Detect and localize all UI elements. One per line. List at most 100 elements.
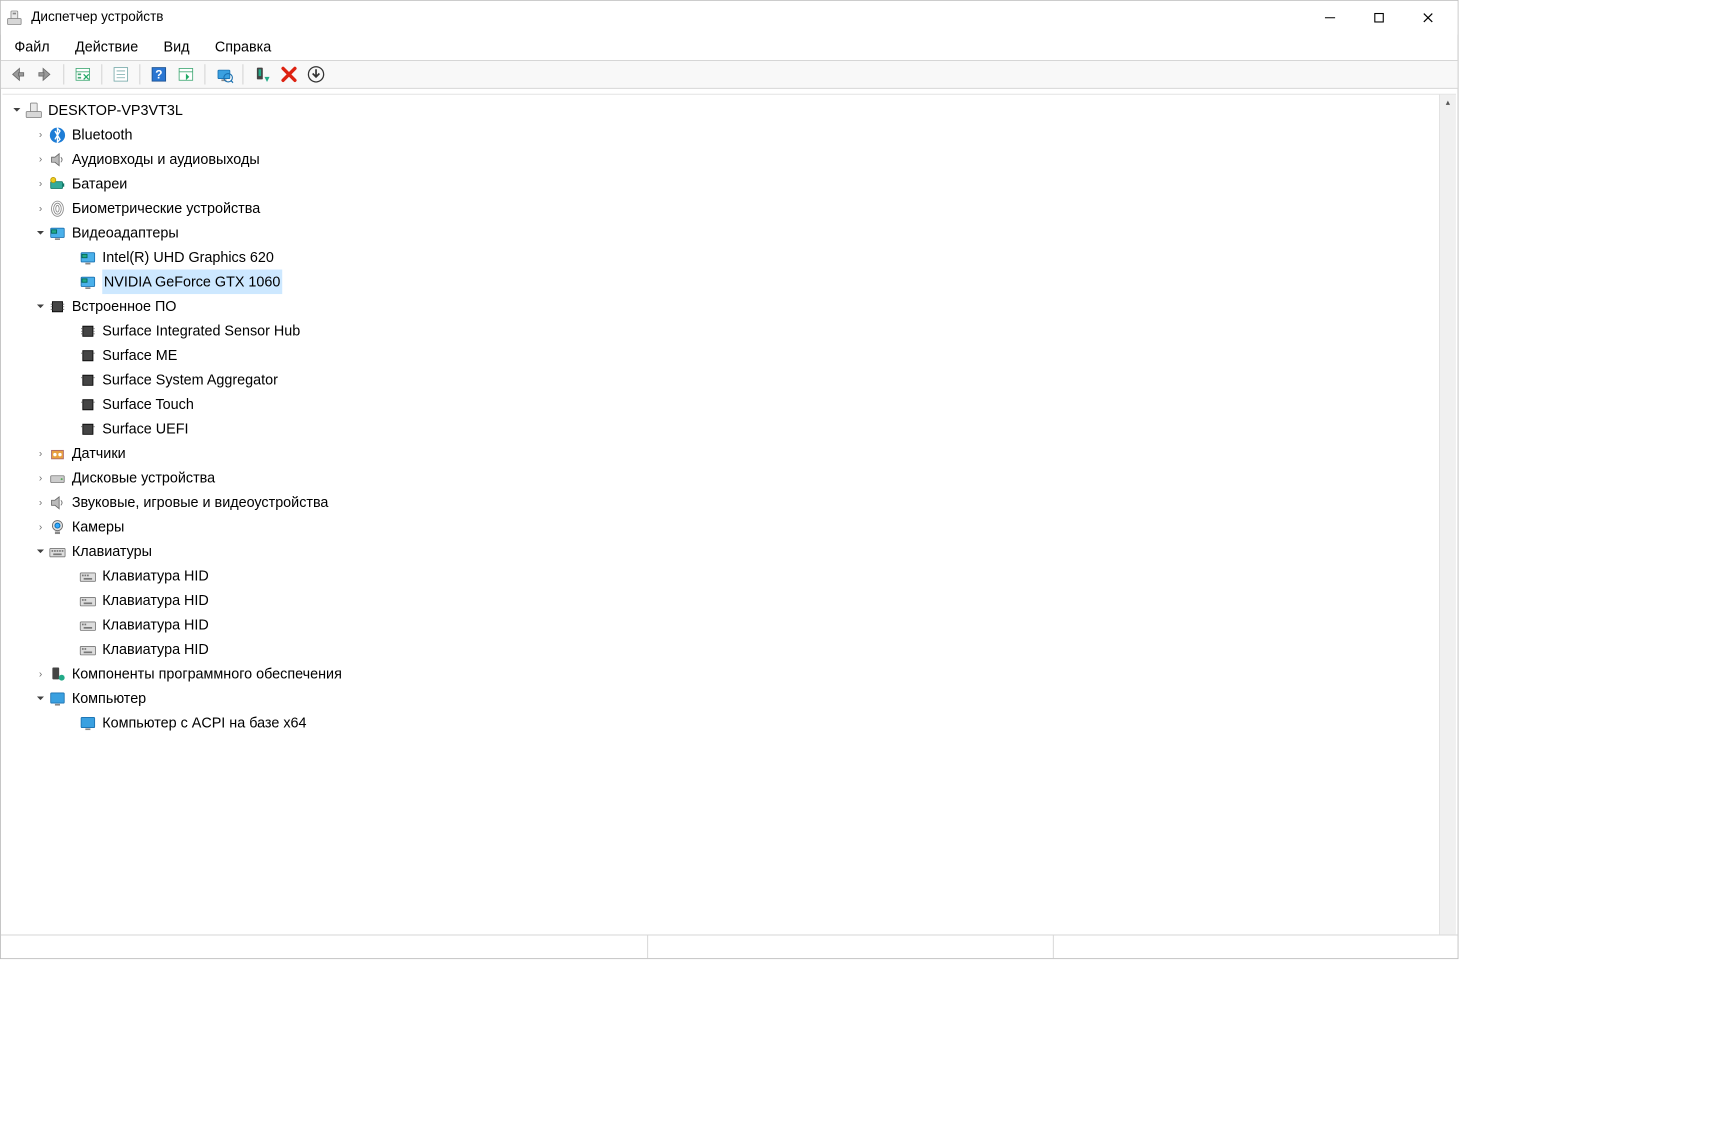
status-cell <box>1053 935 1457 958</box>
speaker-icon <box>48 150 67 169</box>
tree-item-audio-io[interactable]: › Аудиовходы и аудиовыходы <box>9 147 1437 172</box>
tree-item-keyboards[interactable]: ⏷ Клавиатуры <box>9 539 1437 564</box>
menu-file[interactable]: Файл <box>11 37 53 57</box>
expand-icon[interactable]: › <box>33 441 48 466</box>
help-button[interactable]: ? <box>147 63 171 87</box>
menubar: Файл Действие Вид Справка <box>1 35 1458 60</box>
minimize-button[interactable] <box>1306 1 1355 35</box>
action-button[interactable] <box>174 63 198 87</box>
expand-icon[interactable]: › <box>33 147 48 172</box>
computer-icon <box>25 101 44 120</box>
menu-view[interactable]: Вид <box>160 37 193 57</box>
keyboard-icon <box>48 542 67 561</box>
enable-device-button[interactable] <box>250 63 274 87</box>
sensor-icon <box>48 444 67 463</box>
maximize-button[interactable] <box>1355 1 1404 35</box>
tree-item-label: Камеры <box>72 515 125 540</box>
tree-item-software-components[interactable]: › Компоненты программного обеспечения <box>9 662 1437 687</box>
expand-icon[interactable]: ⏷ <box>9 98 24 123</box>
expand-icon[interactable]: › <box>33 172 48 197</box>
vertical-scrollbar[interactable]: ▴ <box>1439 95 1456 935</box>
tree-item-video-adapters[interactable]: ⏷ Видеоадаптеры <box>9 221 1437 246</box>
show-hide-tree-button[interactable] <box>71 63 95 87</box>
back-button[interactable] <box>6 63 30 87</box>
tree-item-label: Компьютер <box>72 686 146 711</box>
tree-item-label: Bluetooth <box>72 123 133 148</box>
tree-item-label: Встроенное ПО <box>72 294 177 319</box>
device-manager-window: Диспетчер устройств Файл Действие Вид Сп… <box>0 0 1458 959</box>
chip-icon <box>79 395 98 414</box>
tree-item-biometric[interactable]: › Биометрические устройства <box>9 196 1437 221</box>
content-area: ⏷ DESKTOP-VP3VT3L › Bluetooth › <box>3 94 1456 935</box>
toolbar: ? <box>1 60 1458 89</box>
display-adapter-icon <box>79 248 98 267</box>
tree-item-surface-me[interactable]: Surface ME <box>9 343 1437 368</box>
titlebar: Диспетчер устройств <box>1 1 1458 35</box>
tree-item-label: Клавиатура HID <box>102 637 209 662</box>
expand-icon[interactable]: › <box>33 490 48 515</box>
tree-item-label: Surface Integrated Sensor Hub <box>102 319 300 344</box>
collapse-icon[interactable]: ⏷ <box>33 539 48 564</box>
tree-item-label: Surface UEFI <box>102 417 188 442</box>
monitor-icon <box>48 689 67 708</box>
tree-root[interactable]: ⏷ DESKTOP-VP3VT3L <box>9 98 1437 123</box>
keyboard-icon <box>79 567 98 586</box>
expand-icon[interactable]: › <box>33 196 48 221</box>
tree-item-bluetooth[interactable]: › Bluetooth <box>9 123 1437 148</box>
tree-item-sensors[interactable]: › Датчики <box>9 441 1437 466</box>
tree-item-label: Биометрические устройства <box>72 196 260 221</box>
collapse-icon[interactable]: ⏷ <box>33 221 48 246</box>
keyboard-icon <box>79 640 98 659</box>
tree-item-surface-sensor-hub[interactable]: Surface Integrated Sensor Hub <box>9 319 1437 344</box>
chip-icon <box>79 346 98 365</box>
tree-item-label: NVIDIA GeForce GTX 1060 <box>102 270 282 295</box>
tree-item-computer[interactable]: ⏷ Компьютер <box>9 686 1437 711</box>
tree-item-label: Клавиатура HID <box>102 588 209 613</box>
tree-item-batteries[interactable]: › Батареи <box>9 172 1437 197</box>
device-tree[interactable]: ⏷ DESKTOP-VP3VT3L › Bluetooth › <box>3 95 1440 935</box>
menu-help[interactable]: Справка <box>212 37 275 57</box>
scan-hardware-button[interactable] <box>212 63 236 87</box>
tree-item-keyboard-hid-3[interactable]: Клавиатура HID <box>9 613 1437 638</box>
properties-button[interactable] <box>109 63 133 87</box>
tree-item-firmware[interactable]: ⏷ Встроенное ПО <box>9 294 1437 319</box>
tree-item-label: Клавиатура HID <box>102 613 209 638</box>
battery-icon <box>48 174 67 193</box>
tree-item-label: Surface ME <box>102 343 177 368</box>
tree-item-label: Звуковые, игровые и видеоустройства <box>72 490 329 515</box>
update-driver-button[interactable] <box>304 63 328 87</box>
scroll-up-icon[interactable]: ▴ <box>1446 98 1450 107</box>
tree-item-disks[interactable]: › Дисковые устройства <box>9 466 1437 491</box>
menu-action[interactable]: Действие <box>72 37 142 57</box>
fingerprint-icon <box>48 199 67 218</box>
tree-item-label: Компоненты программного обеспечения <box>72 662 342 687</box>
close-button[interactable] <box>1404 1 1453 35</box>
chip-icon <box>79 420 98 439</box>
expand-icon[interactable]: › <box>33 466 48 491</box>
chip-icon <box>79 371 98 390</box>
tree-item-intel-uhd[interactable]: Intel(R) UHD Graphics 620 <box>9 245 1437 270</box>
expand-icon[interactable]: › <box>33 515 48 540</box>
window-controls <box>1306 1 1453 35</box>
collapse-icon[interactable]: ⏷ <box>33 686 48 711</box>
tree-item-nvidia-gtx[interactable]: NVIDIA GeForce GTX 1060 <box>9 270 1437 295</box>
tree-item-surface-uefi[interactable]: Surface UEFI <box>9 417 1437 442</box>
tree-item-surface-touch[interactable]: Surface Touch <box>9 392 1437 417</box>
statusbar <box>1 935 1458 959</box>
uninstall-device-button[interactable] <box>277 63 301 87</box>
expand-icon[interactable]: › <box>33 123 48 148</box>
expand-icon[interactable]: › <box>33 662 48 687</box>
tree-item-surface-sys-agg[interactable]: Surface System Aggregator <box>9 368 1437 393</box>
tree-item-sound-game-video[interactable]: › Звуковые, игровые и видеоустройства <box>9 490 1437 515</box>
keyboard-icon <box>79 591 98 610</box>
camera-icon <box>48 518 67 537</box>
tree-item-acpi-computer[interactable]: Компьютер с ACPI на базе x64 <box>9 711 1437 736</box>
tree-item-cameras[interactable]: › Камеры <box>9 515 1437 540</box>
forward-button[interactable] <box>33 63 57 87</box>
tree-item-label: Surface Touch <box>102 392 194 417</box>
tree-item-keyboard-hid-4[interactable]: Клавиатура HID <box>9 637 1437 662</box>
tree-item-keyboard-hid-2[interactable]: Клавиатура HID <box>9 588 1437 613</box>
collapse-icon[interactable]: ⏷ <box>33 294 48 319</box>
tree-item-label: Датчики <box>72 441 126 466</box>
tree-item-keyboard-hid-1[interactable]: Клавиатура HID <box>9 564 1437 589</box>
